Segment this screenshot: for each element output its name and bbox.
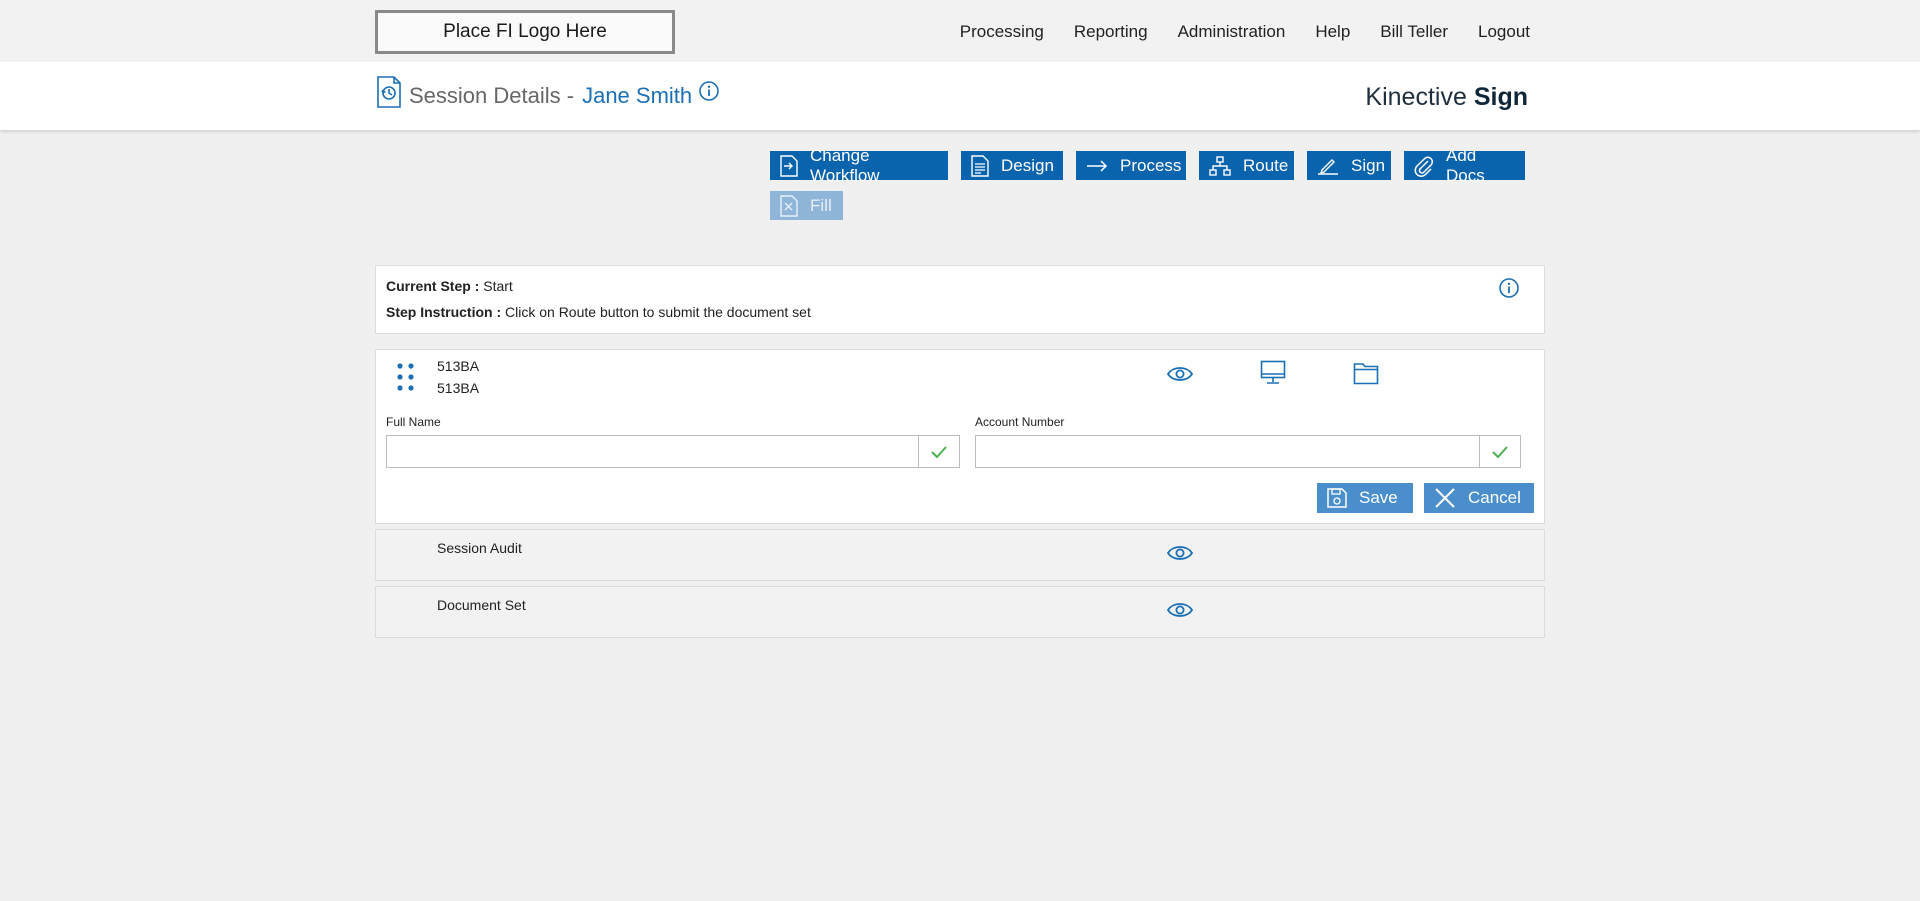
sign-button[interactable]: Sign [1307, 151, 1391, 180]
close-icon [1435, 488, 1455, 508]
top-nav: Processing Reporting Administration Help… [960, 22, 1530, 42]
nav-logout[interactable]: Logout [1478, 22, 1530, 42]
fill-form-icon [780, 194, 798, 217]
route-button[interactable]: Route [1199, 151, 1294, 180]
full-name-field-group [386, 435, 960, 468]
current-step-value: Start [483, 278, 513, 294]
fill-label: Fill [810, 195, 832, 215]
fill-button[interactable]: Fill [770, 191, 843, 220]
page-header: Session Details - Jane Smith Kinective Si… [0, 62, 1920, 130]
nav-administration[interactable]: Administration [1178, 22, 1286, 42]
route-label: Route [1243, 155, 1289, 175]
brand-name-bold: Sign [1473, 83, 1528, 111]
drag-handle-icon[interactable] [396, 362, 416, 392]
page-title-prefix: Session Details - [409, 83, 575, 108]
full-name-confirm-button[interactable] [918, 436, 959, 467]
eye-icon[interactable] [1166, 364, 1194, 384]
document-set-row: Document Set [375, 586, 1545, 638]
nav-user-bill-teller[interactable]: Bill Teller [1380, 22, 1448, 42]
document-set-label: Document Set [437, 597, 526, 613]
change-workflow-label: Change Workflow [810, 145, 880, 185]
sign-label: Sign [1351, 155, 1386, 175]
save-disk-icon [1327, 488, 1347, 508]
eye-icon[interactable] [1166, 543, 1194, 563]
step-instruction-value: Click on Route button to submit the docu… [505, 304, 811, 320]
page-title: Session Details - Jane Smith [409, 83, 692, 109]
paperclip-icon [1414, 156, 1434, 177]
account-number-confirm-button[interactable] [1479, 436, 1520, 467]
add-docs-label: Add Docs [1446, 145, 1485, 185]
account-number-input[interactable] [976, 436, 1478, 467]
step-info-panel: Current Step : Start Step Instruction : … [375, 265, 1545, 334]
design-button[interactable]: Design [961, 151, 1063, 180]
step-info-icon[interactable] [1498, 277, 1520, 299]
check-icon [931, 445, 947, 458]
change-workflow-button[interactable]: Change Workflow [770, 146, 948, 185]
full-name-input[interactable] [387, 436, 917, 467]
nav-help[interactable]: Help [1315, 22, 1350, 42]
cancel-label: Cancel [1468, 488, 1521, 507]
document-name: 513BA [437, 380, 480, 396]
process-button[interactable]: Process [1076, 151, 1186, 180]
document-design-icon [971, 154, 989, 177]
cancel-button[interactable]: Cancel [1424, 483, 1534, 513]
info-icon[interactable] [698, 80, 720, 102]
monitor-icon[interactable] [1260, 360, 1286, 386]
step-instruction-label: Step Instruction : [386, 304, 502, 320]
step-instruction: Step Instruction : Click on Route button… [386, 304, 811, 320]
save-label: Save [1359, 488, 1398, 507]
brand-name-light: Kinective [1365, 83, 1467, 111]
route-hierarchy-icon [1209, 155, 1231, 176]
eye-icon[interactable] [1166, 600, 1194, 620]
folder-icon[interactable] [1353, 361, 1379, 385]
check-icon [1492, 445, 1508, 458]
account-number-label: Account Number [975, 415, 1065, 429]
design-label: Design [1001, 155, 1054, 175]
session-audit-label: Session Audit [437, 540, 522, 556]
brand-logo: Kinective Sign [1365, 83, 1528, 112]
process-label: Process [1120, 155, 1182, 175]
session-history-icon [377, 76, 401, 108]
top-bar: Place FI Logo Here Processing Reporting … [0, 0, 1920, 62]
current-step-label: Current Step : [386, 278, 480, 294]
pen-sign-icon [1318, 158, 1338, 175]
add-docs-button[interactable]: Add Docs [1404, 146, 1525, 185]
save-button[interactable]: Save [1317, 483, 1413, 513]
session-audit-row: Session Audit [375, 529, 1545, 581]
nav-processing[interactable]: Processing [960, 22, 1044, 42]
document-code: 513BA [437, 358, 480, 374]
fi-logo-placeholder: Place FI Logo Here [375, 10, 675, 54]
current-step: Current Step : Start [386, 278, 513, 294]
full-name-label: Full Name [386, 415, 441, 429]
customer-name-link[interactable]: Jane Smith [582, 83, 692, 108]
account-number-field-group [975, 435, 1521, 468]
document-panel: 513BA 513BA Full Name Account Number Sav… [375, 349, 1545, 524]
nav-reporting[interactable]: Reporting [1074, 22, 1148, 42]
change-workflow-icon [780, 154, 798, 177]
arrow-right-icon [1087, 159, 1108, 172]
